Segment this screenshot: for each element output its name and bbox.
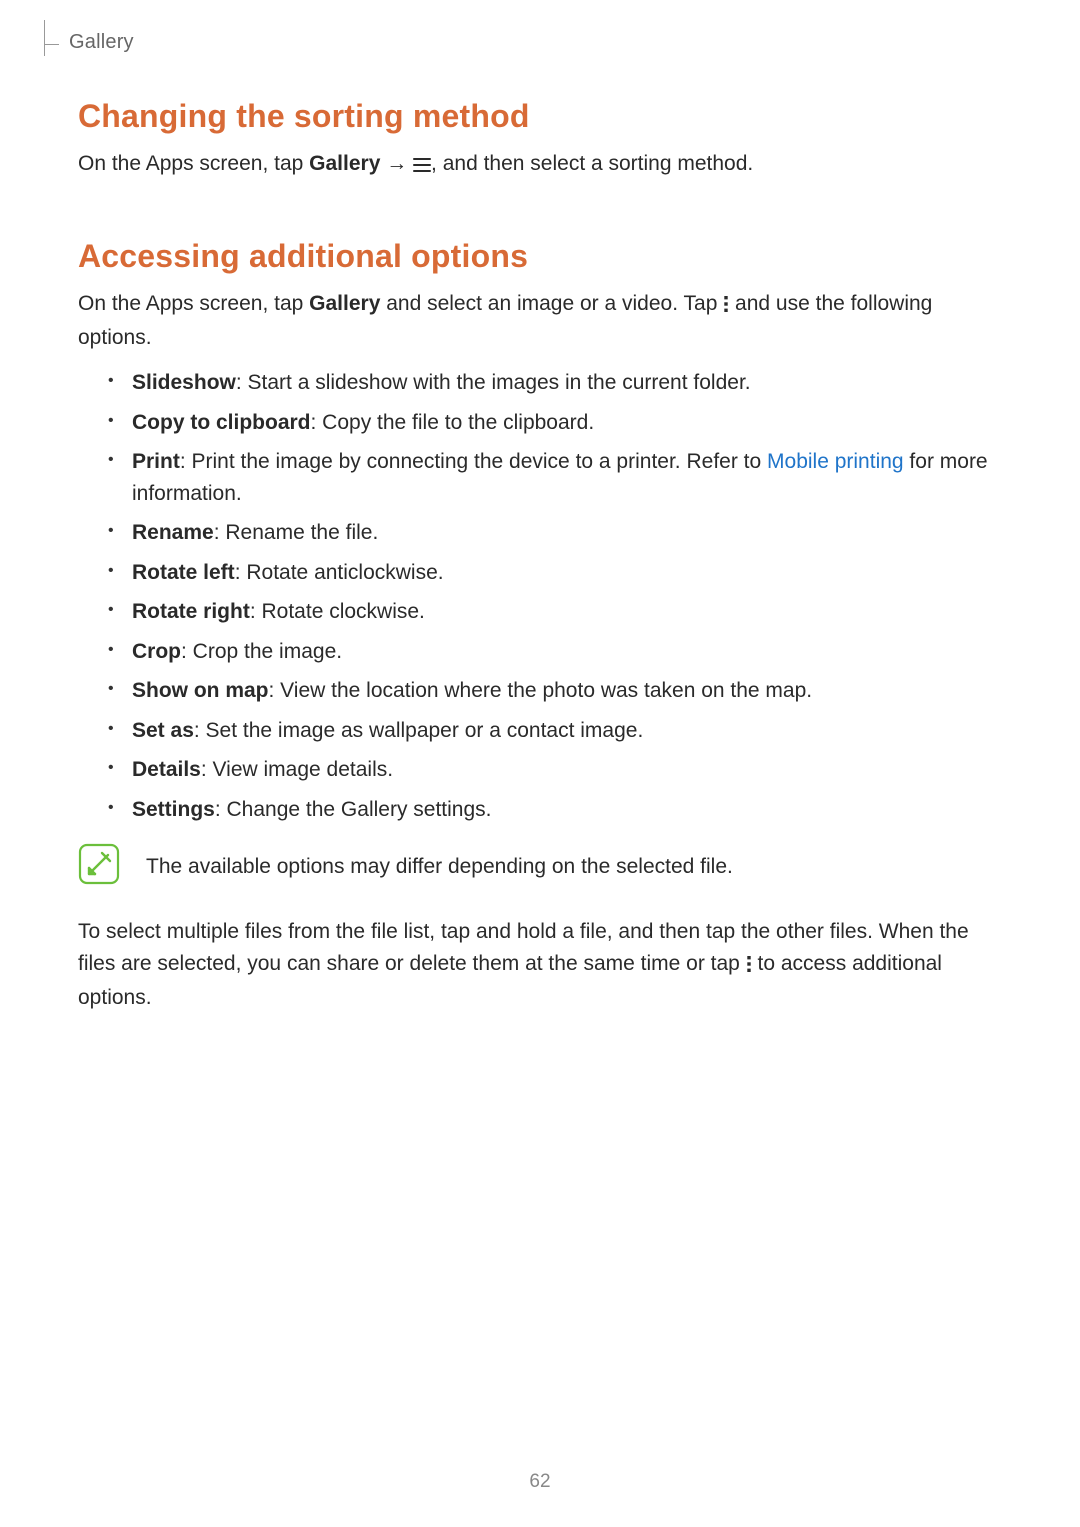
page-content: Changing the sorting method On the Apps … bbox=[0, 0, 1080, 1014]
option-term: Rotate right bbox=[132, 600, 250, 623]
paragraph-multiselect: To select multiple files from the file l… bbox=[78, 916, 1002, 1014]
option-desc: : Set the image as wallpaper or a contac… bbox=[194, 719, 643, 742]
option-desc: : Rotate clockwise. bbox=[250, 600, 425, 623]
list-item: Rotate right: Rotate clockwise. bbox=[108, 596, 1002, 628]
paragraph-sorting-method: On the Apps screen, tap Gallery → , and … bbox=[78, 149, 1002, 182]
text-fragment: On the Apps screen, tap bbox=[78, 292, 309, 315]
text-fragment: and select an image or a video. Tap bbox=[380, 292, 723, 315]
arrow-text: → bbox=[380, 152, 413, 175]
heading-additional-options: Accessing additional options bbox=[78, 238, 1002, 275]
text-gallery-bold: Gallery bbox=[309, 152, 380, 175]
list-item: Set as: Set the image as wallpaper or a … bbox=[108, 715, 1002, 747]
option-term: Rename bbox=[132, 521, 214, 544]
option-desc: : Print the image by connecting the devi… bbox=[180, 450, 767, 473]
option-term: Slideshow bbox=[132, 371, 236, 394]
list-item: Details: View image details. bbox=[108, 754, 1002, 786]
option-term: Details bbox=[132, 758, 201, 781]
text-fragment: On the Apps screen, tap bbox=[78, 152, 309, 175]
text-fragment: , and then select a sorting method. bbox=[431, 152, 753, 175]
option-term: Set as bbox=[132, 719, 194, 742]
option-desc: : View image details. bbox=[201, 758, 393, 781]
text-gallery-bold: Gallery bbox=[309, 292, 380, 315]
option-desc: : Crop the image. bbox=[181, 640, 342, 663]
list-item: Rotate left: Rotate anticlockwise. bbox=[108, 557, 1002, 589]
note-text: The available options may differ dependi… bbox=[146, 852, 733, 882]
option-desc: : Start a slideshow with the images in t… bbox=[236, 371, 751, 394]
list-item: Settings: Change the Gallery settings. bbox=[108, 794, 1002, 826]
header-section-label: Gallery bbox=[69, 31, 134, 56]
option-desc: : Change the Gallery settings. bbox=[215, 798, 492, 821]
paragraph-additional-intro: On the Apps screen, tap Gallery and sele… bbox=[78, 289, 1002, 353]
option-term: Crop bbox=[132, 640, 181, 663]
option-desc: : View the location where the photo was … bbox=[269, 679, 813, 702]
note-icon bbox=[78, 843, 120, 890]
option-term: Show on map bbox=[132, 679, 269, 702]
running-header: Gallery bbox=[44, 0, 134, 56]
option-term: Settings bbox=[132, 798, 215, 821]
heading-sorting-method: Changing the sorting method bbox=[78, 98, 1002, 135]
header-horizontal-rule bbox=[45, 44, 59, 45]
options-list: Slideshow: Start a slideshow with the im… bbox=[78, 367, 1002, 825]
header-vertical-rule bbox=[44, 20, 45, 56]
note-callout: The available options may differ dependi… bbox=[78, 843, 1002, 890]
option-desc: : Rotate anticlockwise. bbox=[235, 561, 444, 584]
option-desc: : Copy the file to the clipboard. bbox=[311, 411, 595, 434]
option-desc: : Rename the file. bbox=[214, 521, 379, 544]
list-item: Slideshow: Start a slideshow with the im… bbox=[108, 367, 1002, 399]
list-item: Copy to clipboard: Copy the file to the … bbox=[108, 407, 1002, 439]
option-term: Rotate left bbox=[132, 561, 235, 584]
list-menu-icon bbox=[413, 152, 431, 182]
option-term: Print bbox=[132, 450, 180, 473]
list-item: Crop: Crop the image. bbox=[108, 636, 1002, 668]
page-number: 62 bbox=[0, 1471, 1080, 1493]
link-mobile-printing[interactable]: Mobile printing bbox=[767, 450, 904, 473]
option-term: Copy to clipboard bbox=[132, 411, 311, 434]
list-item: Print: Print the image by connecting the… bbox=[108, 446, 1002, 509]
list-item: Show on map: View the location where the… bbox=[108, 675, 1002, 707]
list-item: Rename: Rename the file. bbox=[108, 517, 1002, 549]
